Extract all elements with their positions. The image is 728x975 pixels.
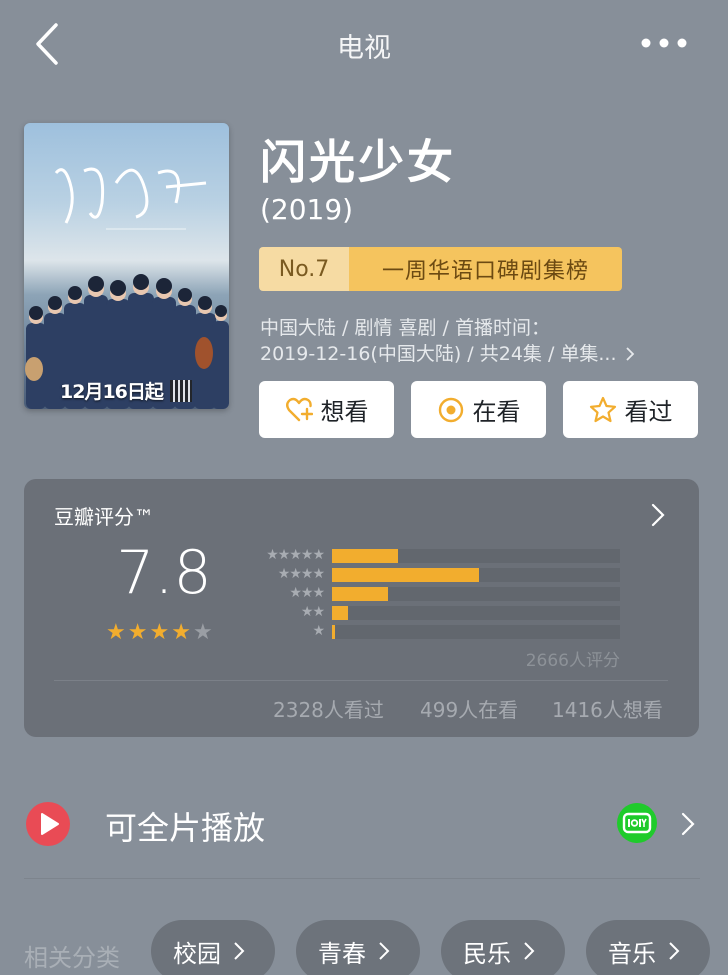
play-icon[interactable] (25, 801, 71, 847)
section-divider (24, 878, 700, 879)
star-outline-icon (589, 396, 616, 422)
watching-button[interactable]: 在看 (411, 381, 546, 438)
category-tag[interactable]: 青春 (296, 920, 420, 975)
show-meta-line-1: 中国大陆 / 剧情 喜剧 / 首播时间： (260, 317, 551, 339)
target-circle-icon (438, 397, 463, 422)
distribution-star-label: ★★ (300, 604, 325, 620)
rating-count: 2666人评分 (525, 651, 620, 671)
distribution-star-label: ★★★★★ (266, 547, 325, 563)
distribution-bar-track (332, 606, 620, 620)
rank-badge[interactable]: No.7 一周华语口碑剧集榜 (259, 247, 622, 291)
chevron-right-icon (524, 942, 535, 960)
rating-distribution-row: ★★ (250, 604, 622, 620)
distribution-bar-fill (332, 606, 348, 620)
distribution-bar-fill (332, 549, 398, 563)
distribution-star-label: ★★★ (289, 585, 325, 601)
category-tag-label: 青春 (318, 939, 366, 968)
chevron-right-icon (669, 942, 680, 960)
category-tag-label: 民乐 (463, 939, 511, 968)
star-filled-icon: ★ (171, 620, 191, 645)
distribution-star-label: ★★★★ (277, 566, 325, 582)
page-title: 电视 (337, 33, 391, 64)
distribution-bar-track (332, 625, 620, 639)
watched-button-label: 看过 (624, 398, 673, 426)
category-tag-label: 音乐 (608, 939, 656, 968)
distribution-star-label: ★ (312, 623, 325, 639)
chevron-right-icon (234, 942, 245, 960)
show-meta-line-2[interactable]: 2019-12-16(中国大陆) / 共24集 / 单集... (260, 339, 635, 366)
star-filled-icon: ★ (127, 620, 148, 645)
rank-number: No.7 (259, 247, 349, 291)
show-year: (2019) (260, 193, 354, 226)
rating-stars: ★ ★ ★ ★ ★ (106, 622, 226, 644)
category-tag-label: 校园 (173, 939, 221, 968)
rating-distribution-row: ★★★★★ (250, 547, 622, 563)
poster-calligraphy-art (54, 167, 207, 230)
meta-chevron-right-icon (625, 347, 634, 361)
star-filled-icon: ★ (149, 620, 170, 645)
distribution-bar-fill (332, 587, 388, 601)
play-label[interactable]: 可全片播放 (105, 803, 265, 849)
related-categories-label: 相关分类 (24, 944, 120, 972)
wish-count: 1416人想看 (552, 698, 663, 722)
poster-qr-code (170, 380, 192, 402)
play-chevron-right-icon[interactable] (680, 811, 696, 837)
wish-button[interactable]: 想看 (259, 381, 394, 438)
rating-chevron-right-icon[interactable] (648, 502, 668, 528)
poster-date-text: 12月16日起 (60, 381, 164, 403)
category-tag[interactable]: 音乐 (586, 920, 710, 975)
watched-count: 2328人看过 (273, 698, 384, 722)
distribution-bar-fill (332, 625, 335, 639)
more-dots-icon[interactable] (638, 28, 690, 58)
chevron-right-icon (379, 942, 390, 960)
show-meta-line-2-text: 2019-12-16(中国大陆) / 共24集 / 单集... (260, 343, 617, 365)
rating-label: 豆瓣评分™ (54, 505, 154, 529)
watching-count: 499人在看 (420, 698, 519, 722)
rating-distribution-row: ★★★ (250, 585, 622, 601)
rating-distribution-row: ★★★★ (250, 566, 622, 582)
rating-score: 7.8 (116, 538, 212, 608)
category-tag[interactable]: 民乐 (441, 920, 565, 975)
rank-list-name: 一周华语口碑剧集榜 (349, 247, 622, 291)
wish-button-label: 想看 (320, 398, 369, 426)
watching-button-label: 在看 (472, 398, 521, 426)
rating-distribution-row: ★ (250, 623, 622, 639)
iqiyi-icon[interactable] (616, 802, 658, 844)
heart-plus-icon (285, 397, 313, 421)
star-filled-icon: ★ (106, 620, 126, 645)
star-empty-icon: ★ (192, 620, 213, 645)
poster-image[interactable]: 12月16日起 (24, 123, 229, 409)
category-tag[interactable]: 校园 (151, 920, 275, 975)
show-title: 闪光少女 (260, 135, 456, 189)
watched-button[interactable]: 看过 (563, 381, 698, 438)
distribution-bar-fill (332, 568, 479, 582)
rating-divider (54, 680, 668, 681)
